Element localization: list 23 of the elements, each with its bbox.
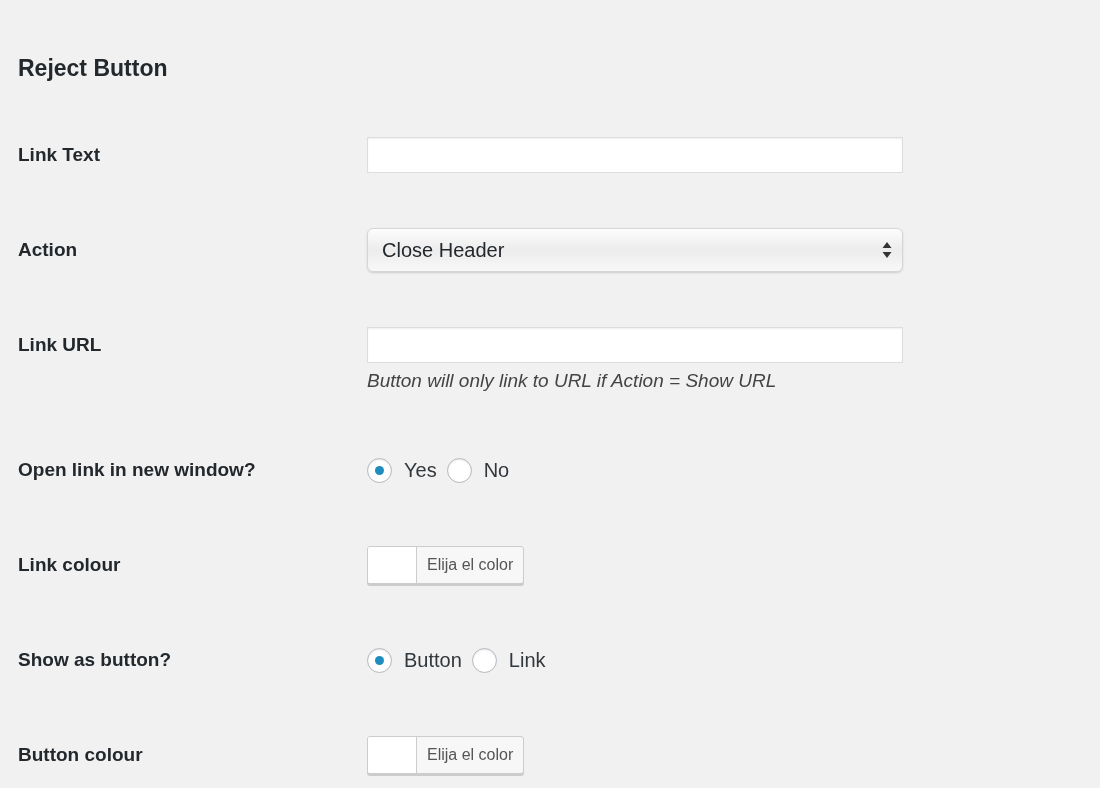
radio-icon	[446, 457, 472, 483]
field-label: Link URL	[18, 333, 103, 357]
field-label: Button colour	[18, 743, 144, 767]
text-field[interactable]	[367, 137, 903, 173]
section-title: Reject Button	[18, 54, 169, 83]
text-field[interactable]	[367, 327, 903, 363]
field-label: Show as button?	[18, 648, 173, 672]
radio-option[interactable]: No	[446, 457, 510, 483]
field-label: Open link in new window?	[18, 458, 257, 482]
up-down-arrows-icon	[882, 241, 892, 259]
field-label: Link colour	[18, 553, 122, 577]
color-picker-button[interactable]: Elija el color	[367, 736, 525, 774]
radio-icon	[367, 647, 392, 673]
radio-option[interactable]: Button	[367, 647, 462, 673]
action-select[interactable]: Close Header	[367, 228, 903, 272]
field-label: Action	[18, 238, 79, 262]
radio-icon	[471, 647, 497, 673]
help-text: Button will only link to URL if Action = Show URL	[367, 369, 778, 393]
color-picker-button[interactable]: Elija el color	[367, 546, 525, 584]
radio-icon	[367, 457, 392, 483]
field-label: Link Text	[18, 143, 101, 167]
radio-option[interactable]: Yes	[367, 457, 437, 483]
radio-option[interactable]: Link	[471, 647, 546, 673]
